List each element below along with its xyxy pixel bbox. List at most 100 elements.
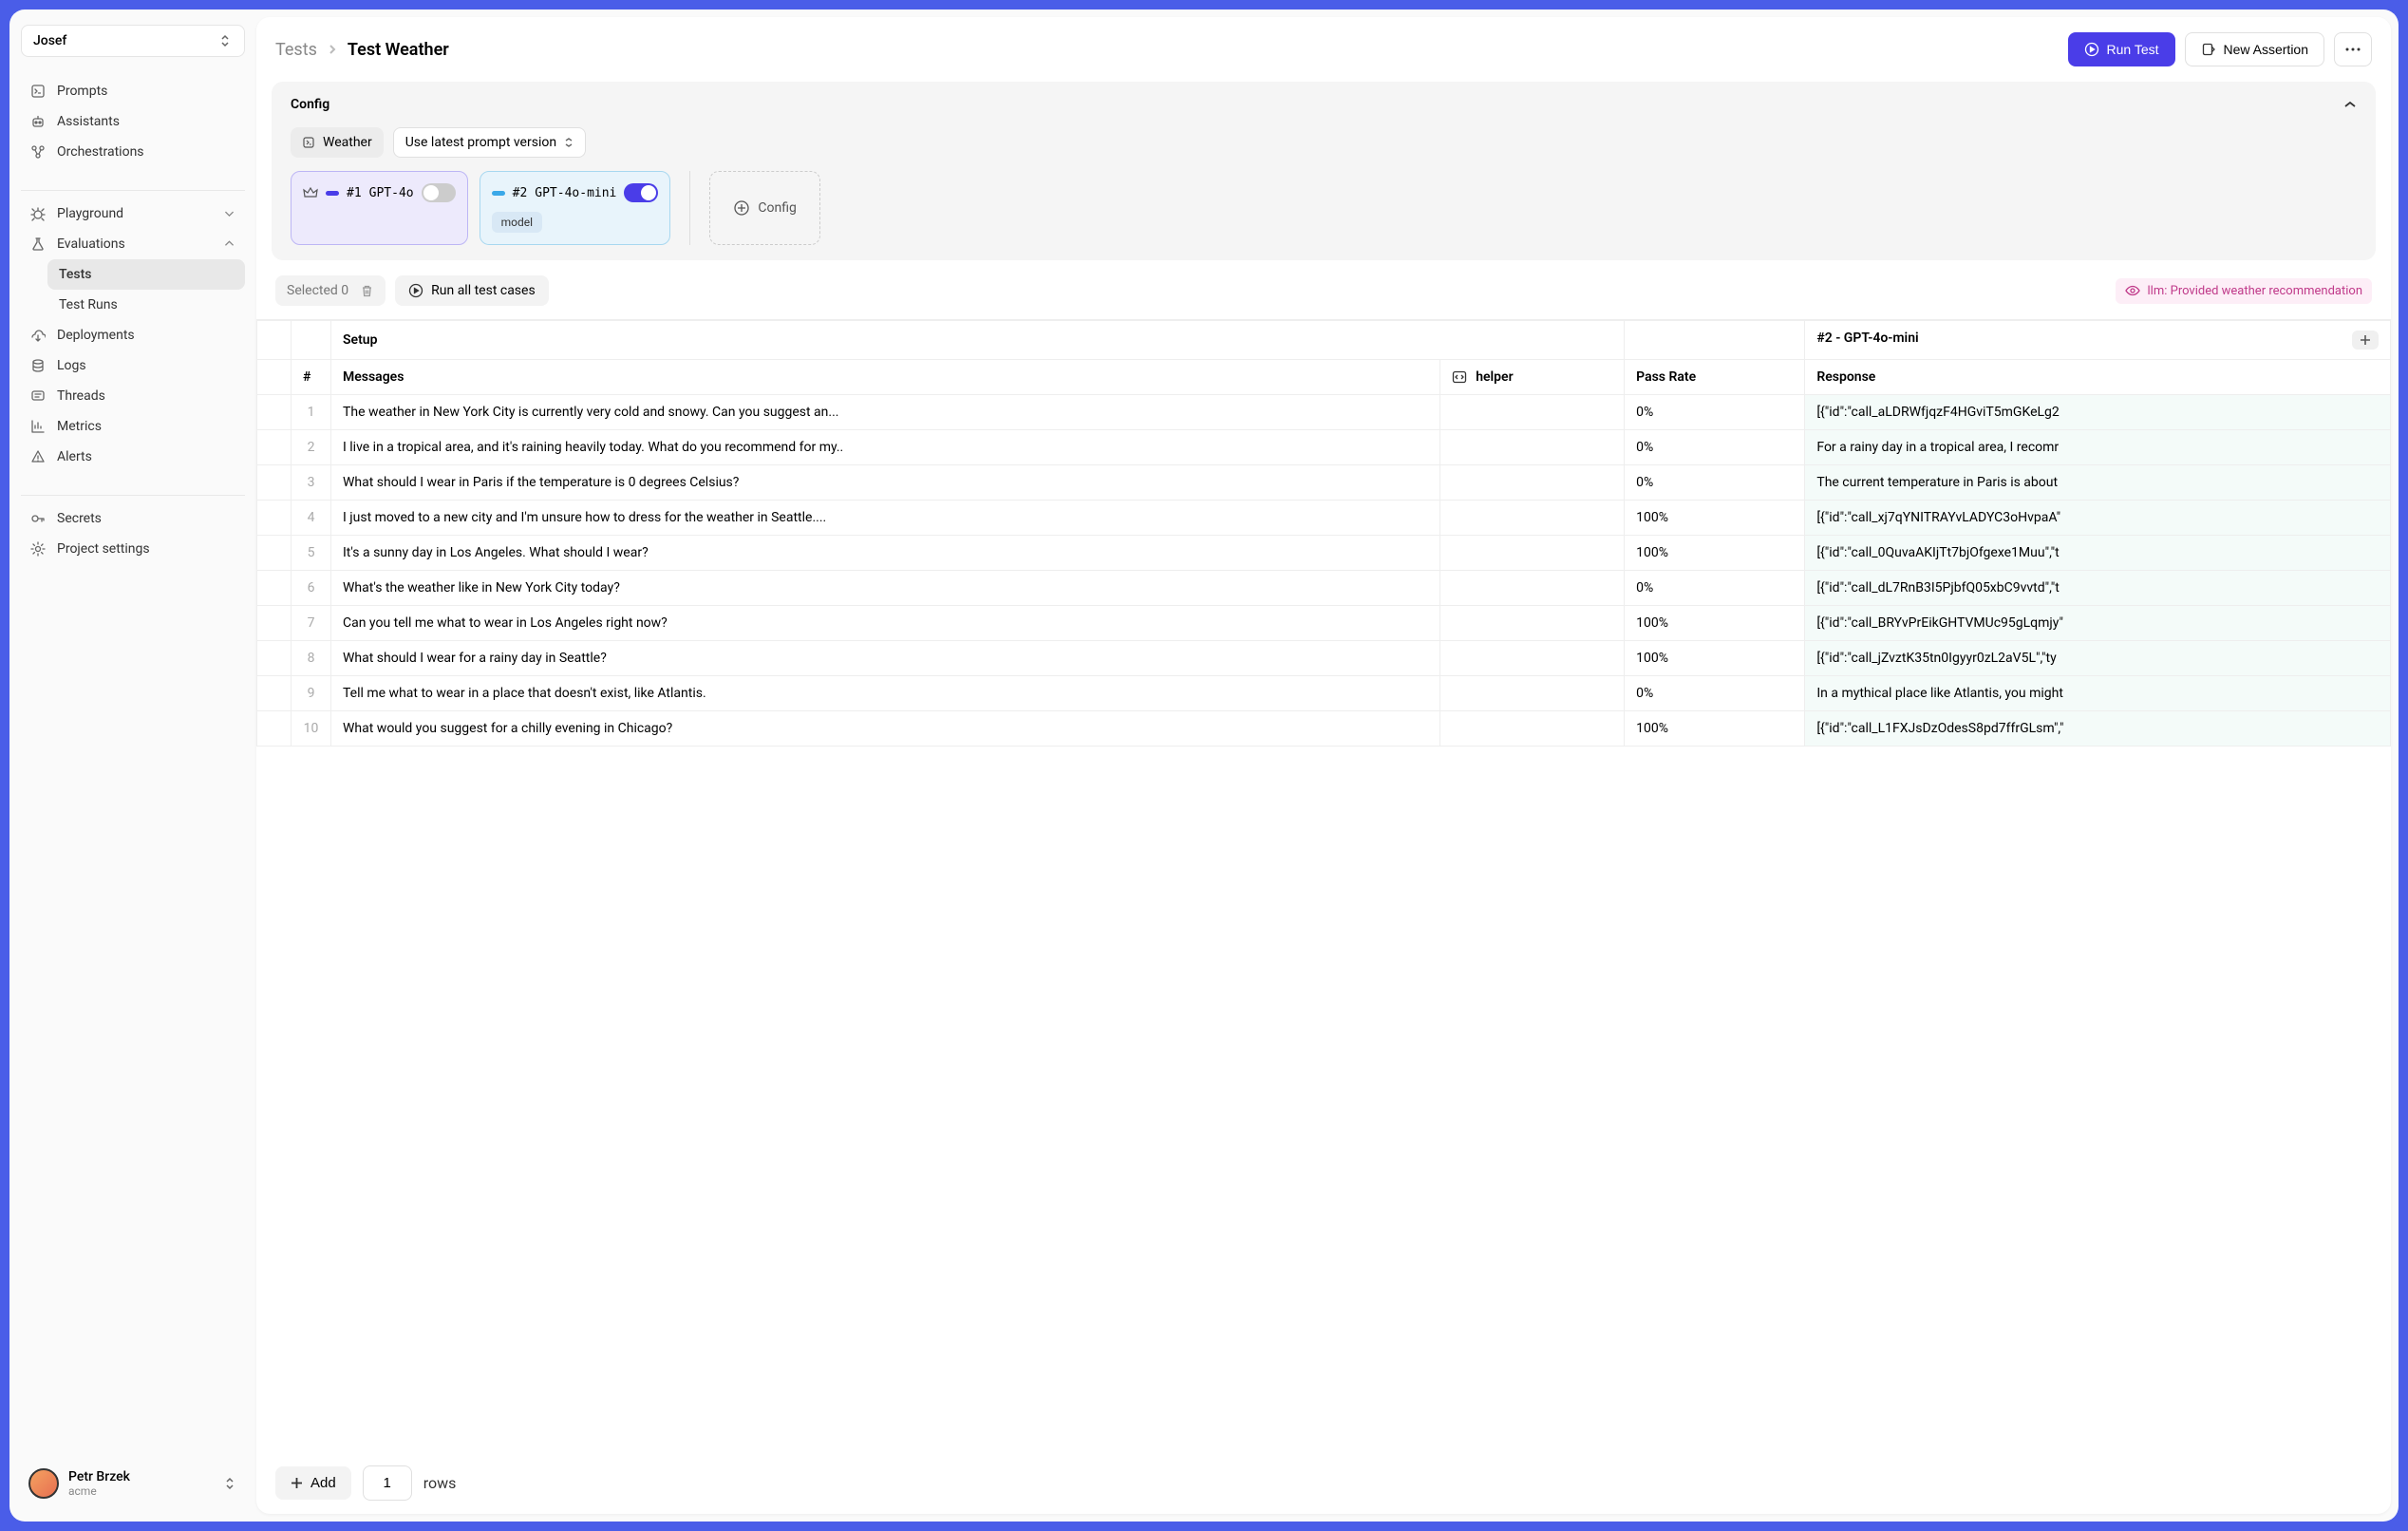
eye-icon (2125, 285, 2140, 296)
sidebar-item-evaluations[interactable]: Evaluations (21, 229, 245, 259)
cell-message: Can you tell me what to wear in Los Ange… (331, 606, 1440, 641)
add-config-button[interactable]: Config (709, 171, 819, 245)
user-org: acme (68, 1484, 130, 1498)
sidebar-item-label: Playground (57, 206, 123, 221)
run-test-button[interactable]: Run Test (2068, 32, 2175, 66)
sidebar-item-test-runs[interactable]: Test Runs (47, 290, 245, 320)
config-toggle[interactable] (422, 183, 456, 202)
chevron-up-icon[interactable] (2343, 101, 2357, 108)
chart-icon (30, 419, 46, 434)
sidebar-item-label: Assistants (57, 114, 120, 129)
sidebar-item-tests[interactable]: Tests (47, 259, 245, 290)
cell-helper (1439, 501, 1624, 536)
sidebar-item-label: Tests (59, 267, 91, 282)
sidebar-footer[interactable]: Petr Brzek acme (21, 1461, 245, 1506)
sidebar-item-logs[interactable]: Logs (21, 350, 245, 381)
table-row[interactable]: 5It's a sunny day in Los Angeles. What s… (257, 536, 2391, 571)
test-table[interactable]: Setup #2 - GPT-4o-mini # Messages (256, 319, 2391, 1452)
config-panel: Config Weather Use latest prompt version (272, 82, 2376, 260)
col-response: Response (1805, 360, 2391, 395)
col-pass: Pass Rate (1625, 360, 1805, 395)
table-row[interactable]: 7Can you tell me what to wear in Los Ang… (257, 606, 2391, 641)
bulk-row: Selected 0 Run all test cases llm: Provi… (256, 275, 2391, 319)
color-marker (492, 191, 505, 196)
bug-icon (30, 206, 46, 221)
row-number: 4 (292, 501, 331, 536)
breadcrumb-root[interactable]: Tests (275, 40, 317, 60)
sidebar-item-project-settings[interactable]: Project settings (21, 534, 245, 564)
sidebar-item-prompts[interactable]: Prompts (21, 76, 245, 106)
cell-message: What should I wear in Paris if the tempe… (331, 465, 1440, 501)
cell-helper (1439, 430, 1624, 465)
add-column-button[interactable] (2352, 331, 2379, 350)
config-card-model: GPT-4o-mini (535, 186, 616, 200)
config-card-num: #1 (347, 186, 362, 200)
sidebar-item-label: Evaluations (57, 236, 125, 252)
llm-badge[interactable]: llm: Provided weather recommendation (2116, 278, 2372, 304)
cell-pass-rate: 0% (1625, 465, 1805, 501)
run-all-button[interactable]: Run all test cases (395, 275, 549, 306)
assertion-icon (2201, 42, 2216, 57)
table-row[interactable]: 4I just moved to a new city and I'm unsu… (257, 501, 2391, 536)
table-row[interactable]: 9Tell me what to wear in a place that do… (257, 676, 2391, 711)
prompt-chip[interactable]: Weather (291, 127, 384, 158)
table-row[interactable]: 2I live in a tropical area, and it's rai… (257, 430, 2391, 465)
sidebar-item-label: Alerts (57, 449, 92, 464)
table-row[interactable]: 8What should I wear for a rainy day in S… (257, 641, 2391, 676)
cell-response: The current temperature in Paris is abou… (1805, 465, 2391, 501)
trash-icon[interactable] (360, 284, 374, 298)
sidebar-item-playground[interactable]: Playground (21, 198, 245, 229)
table-row[interactable]: 1The weather in New York City is current… (257, 395, 2391, 430)
config-card-1[interactable]: #1 GPT-4o (291, 171, 468, 245)
sidebar-item-label: Test Runs (59, 297, 118, 312)
row-number: 1 (292, 395, 331, 430)
config-card-2[interactable]: #2GPT-4o-minimodel (480, 171, 671, 245)
config-card-model: GPT-4o (369, 186, 414, 200)
org-selector[interactable]: Josef (21, 25, 245, 57)
sidebar-item-deployments[interactable]: Deployments (21, 320, 245, 350)
chevron-updown-icon (564, 137, 574, 148)
cell-helper (1439, 641, 1624, 676)
sidebar-item-secrets[interactable]: Secrets (21, 503, 245, 534)
cell-helper (1439, 606, 1624, 641)
config-title: Config (291, 97, 329, 112)
sidebar-item-label: Metrics (57, 419, 102, 434)
cell-helper (1439, 465, 1624, 501)
cell-pass-rate: 100% (1625, 711, 1805, 747)
config-toggle[interactable] (624, 183, 658, 202)
add-rows-button[interactable]: Add (275, 1466, 351, 1500)
sidebar-item-assistants[interactable]: Assistants (21, 106, 245, 137)
sidebar-item-label: Logs (57, 358, 86, 373)
cell-response: [{"id":"call_xj7qYNITRAYvLADYC3oHvpaA" (1805, 501, 2391, 536)
table-row[interactable]: 10What would you suggest for a chilly ev… (257, 711, 2391, 747)
sidebar-item-metrics[interactable]: Metrics (21, 411, 245, 442)
table-row[interactable]: 6What's the weather like in New York Cit… (257, 571, 2391, 606)
main-panel: Tests Test Weather Run Test New (256, 17, 2391, 1514)
user-name: Petr Brzek (68, 1469, 130, 1484)
row-number: 5 (292, 536, 331, 571)
plus-icon (291, 1477, 303, 1489)
table-row[interactable]: 3What should I wear in Paris if the temp… (257, 465, 2391, 501)
chevron-up-icon (223, 238, 235, 251)
plus-circle-icon (733, 199, 750, 217)
sidebar-item-orchestrations[interactable]: Orchestrations (21, 137, 245, 167)
cell-pass-rate: 0% (1625, 571, 1805, 606)
more-button[interactable] (2334, 32, 2372, 66)
config-tag: model (492, 212, 542, 233)
sidebar-item-alerts[interactable]: Alerts (21, 442, 245, 472)
cell-response: In a mythical place like Atlantis, you m… (1805, 676, 2391, 711)
prompt-icon (302, 136, 315, 149)
cell-message: I live in a tropical area, and it's rain… (331, 430, 1440, 465)
org-name: Josef (33, 33, 66, 48)
version-selector[interactable]: Use latest prompt version (393, 127, 586, 158)
row-number: 7 (292, 606, 331, 641)
sidebar-item-threads[interactable]: Threads (21, 381, 245, 411)
cell-helper (1439, 395, 1624, 430)
rows-input[interactable] (363, 1465, 412, 1501)
cell-pass-rate: 100% (1625, 641, 1805, 676)
cell-message: What should I wear for a rainy day in Se… (331, 641, 1440, 676)
play-circle-icon (408, 283, 423, 298)
new-assertion-button[interactable]: New Assertion (2185, 32, 2324, 66)
color-marker (326, 191, 339, 196)
cell-message: What's the weather like in New York City… (331, 571, 1440, 606)
